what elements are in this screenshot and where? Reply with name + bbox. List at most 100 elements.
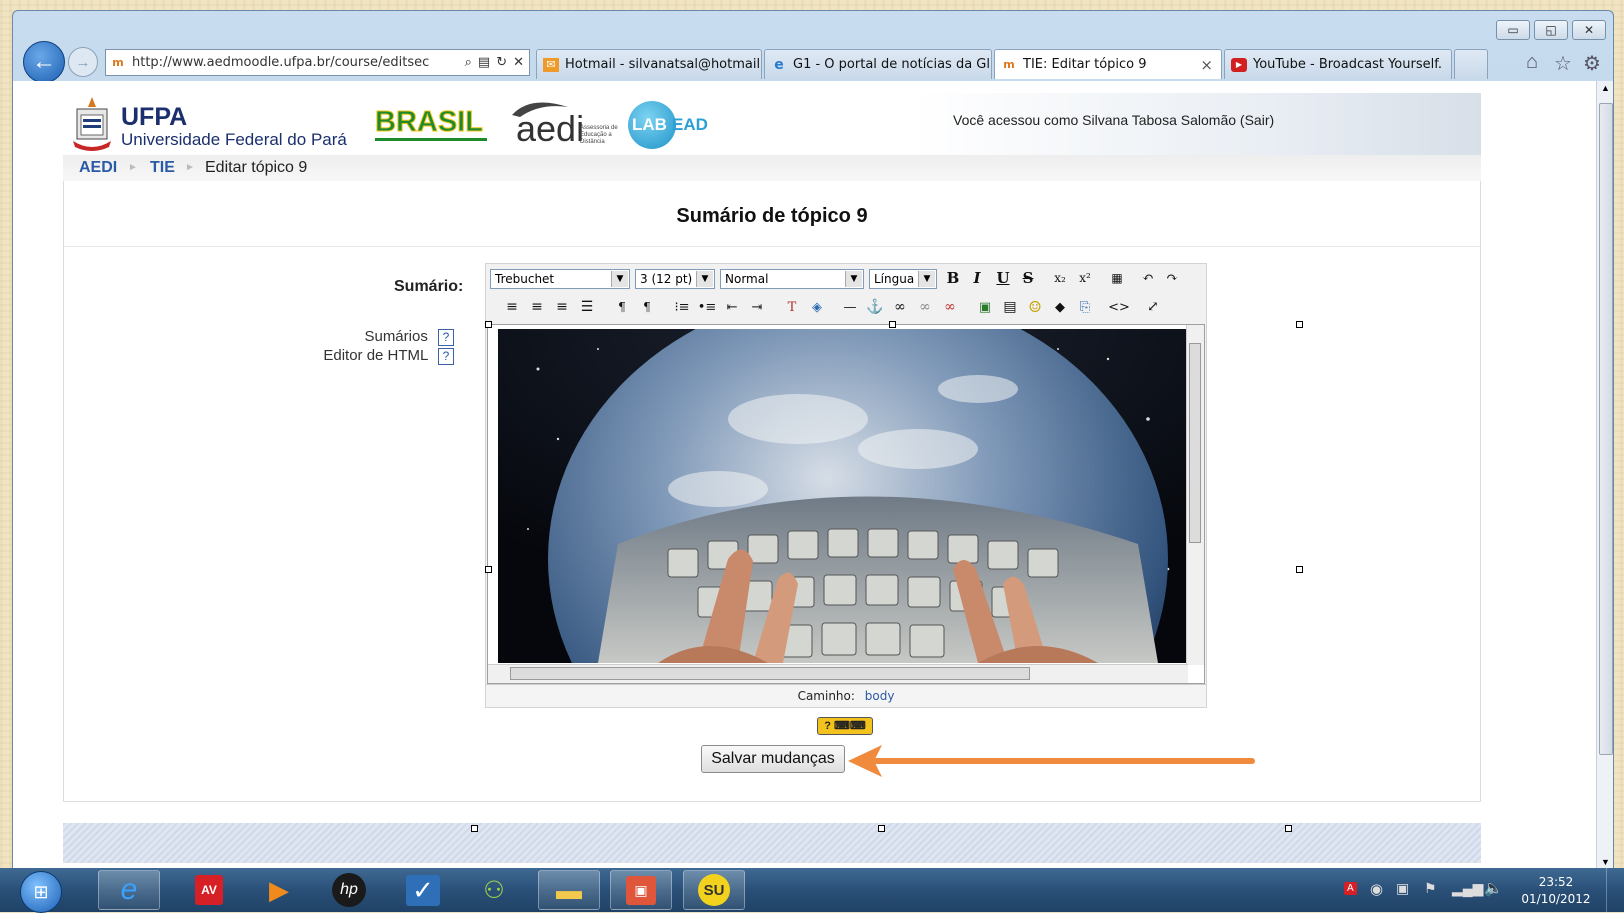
- save-button[interactable]: Salvar mudanças: [701, 745, 845, 773]
- search-replace-icon[interactable]: ⎘: [1075, 297, 1095, 317]
- help-editor-html[interactable]: Editor de HTML ?: [264, 347, 454, 365]
- resize-handle[interactable]: [485, 321, 492, 328]
- link-icon[interactable]: ∞: [890, 297, 910, 317]
- new-tab-button[interactable]: [1454, 49, 1488, 79]
- bold-icon[interactable]: B: [943, 268, 963, 288]
- taskbar-people[interactable]: ⚇: [463, 870, 525, 910]
- format-select[interactable]: Normal ▼: [720, 269, 864, 289]
- unlink-icon[interactable]: ∞: [915, 297, 935, 317]
- editor-vscroll[interactable]: [1186, 325, 1204, 665]
- start-button[interactable]: ⊞: [20, 871, 62, 913]
- taskbar-tasks[interactable]: ✓: [392, 870, 454, 910]
- forward-button[interactable]: →: [68, 47, 98, 77]
- resize-handle[interactable]: [878, 825, 885, 832]
- favorites-star-icon[interactable]: ☆: [1554, 51, 1572, 76]
- superscript-icon[interactable]: x²: [1075, 268, 1095, 288]
- special-char-icon[interactable]: ◆: [1050, 297, 1070, 317]
- help-sumarios[interactable]: Sumários ?: [264, 328, 454, 346]
- justify-icon[interactable]: ☰: [577, 297, 597, 317]
- tab-tie-editar[interactable]: m TIE: Editar tópico 9 ×: [994, 49, 1222, 79]
- home-icon[interactable]: ⌂: [1526, 51, 1538, 74]
- outdent-icon[interactable]: ⇤: [722, 297, 742, 317]
- tab-hotmail[interactable]: ✉ Hotmail - silvanatsal@hotmail....: [536, 49, 762, 79]
- tray-signal-icon[interactable]: ▂▄▆: [1452, 880, 1483, 897]
- indent-icon[interactable]: ⇥: [747, 297, 767, 317]
- language-select[interactable]: Língua ▼: [869, 269, 937, 289]
- underline-icon[interactable]: U: [993, 268, 1013, 288]
- address-bar[interactable]: m http://www.aedmoodle.ufpa.br/course/ed…: [105, 49, 530, 76]
- minimize-button[interactable]: ▭: [1496, 20, 1530, 40]
- unordered-list-icon[interactable]: •≡: [697, 297, 717, 317]
- undo-icon[interactable]: ↶: [1138, 268, 1158, 288]
- refresh-icon[interactable]: ↻: [496, 55, 507, 70]
- taskbar-ie[interactable]: e: [98, 870, 160, 910]
- page-scrollbar[interactable]: ▲ ▼: [1596, 81, 1613, 869]
- taskbar-slideshow[interactable]: ▣: [610, 870, 672, 910]
- tray-flag-icon[interactable]: ⚑: [1424, 880, 1437, 897]
- taskbar-screen-recorder[interactable]: SU: [683, 870, 745, 910]
- fullscreen-icon[interactable]: ⤢: [1143, 297, 1163, 317]
- align-left-icon[interactable]: ≡: [502, 297, 522, 317]
- scroll-down-icon[interactable]: ▼: [1601, 857, 1610, 867]
- bg-color-icon[interactable]: ◈: [807, 297, 827, 317]
- tab-close-icon[interactable]: ×: [1200, 56, 1213, 74]
- tab-g1[interactable]: e G1 - O portal de notícias da Gl...: [764, 49, 992, 79]
- stop-icon[interactable]: ✕: [513, 55, 524, 70]
- tray-app-icon[interactable]: ◉: [1370, 880, 1383, 898]
- font-family-select[interactable]: Trebuchet ▼: [490, 269, 630, 289]
- help-icon[interactable]: ?: [438, 329, 454, 346]
- nolink-icon[interactable]: ∞: [940, 297, 960, 317]
- strikethrough-icon[interactable]: S: [1018, 268, 1038, 288]
- ordered-list-icon[interactable]: ⁝≡: [672, 297, 692, 317]
- restore-button[interactable]: ◱: [1534, 20, 1568, 40]
- rtl-icon[interactable]: ¶: [637, 297, 657, 317]
- login-info[interactable]: Você acessou como Silvana Tabosa Salomão…: [953, 112, 1274, 128]
- anchor-icon[interactable]: ⚓: [865, 297, 885, 317]
- horizontal-rule-icon[interactable]: —: [840, 297, 860, 317]
- keyboard-help-icon[interactable]: ? ⌨⌨: [817, 717, 873, 735]
- tray-volume-icon[interactable]: 🔈: [1484, 879, 1503, 897]
- insert-table-icon[interactable]: ▤: [1000, 297, 1020, 317]
- taskbar-explorer[interactable]: ▬: [538, 870, 600, 910]
- italic-icon[interactable]: I: [967, 268, 987, 288]
- ltr-icon[interactable]: ¶: [612, 297, 632, 317]
- resize-handle[interactable]: [1296, 566, 1303, 573]
- html-source-icon[interactable]: <>: [1108, 297, 1130, 317]
- show-desktop-button[interactable]: [1606, 868, 1624, 912]
- path-value[interactable]: body: [865, 689, 895, 703]
- taskbar-avira[interactable]: AV: [178, 870, 240, 910]
- breadcrumb-tie[interactable]: TIE: [150, 159, 175, 177]
- align-center-icon[interactable]: ≡: [527, 297, 547, 317]
- scrollbar-thumb[interactable]: [1599, 103, 1613, 755]
- help-link-text[interactable]: Editor de HTML: [323, 347, 427, 364]
- taskbar-media-player[interactable]: ▶: [248, 870, 310, 910]
- tray-avira-icon[interactable]: A: [1344, 882, 1357, 895]
- resize-handle[interactable]: [1285, 825, 1292, 832]
- resize-handle[interactable]: [471, 825, 478, 832]
- back-button[interactable]: ←: [23, 41, 65, 83]
- subscript-icon[interactable]: x₂: [1050, 268, 1070, 288]
- editor-hscroll[interactable]: [488, 664, 1188, 683]
- help-link-text[interactable]: Sumários: [364, 328, 427, 345]
- redo-icon[interactable]: ↷: [1162, 268, 1182, 288]
- breadcrumb-aedi[interactable]: AEDI: [79, 159, 117, 177]
- tools-gear-icon[interactable]: ⚙: [1583, 51, 1601, 76]
- font-size-select[interactable]: 3 (12 pt) ▼: [635, 269, 715, 289]
- insert-image-icon[interactable]: ▣: [975, 297, 995, 317]
- scroll-up-icon[interactable]: ▲: [1601, 83, 1610, 93]
- editor-content-area[interactable]: [487, 324, 1205, 684]
- clock[interactable]: 23:52 01/10/2012: [1516, 874, 1596, 908]
- resize-handle[interactable]: [1296, 321, 1303, 328]
- resize-handle[interactable]: [889, 321, 896, 328]
- compat-view-icon[interactable]: ▤: [478, 55, 490, 70]
- align-right-icon[interactable]: ≡: [552, 297, 572, 317]
- help-icon[interactable]: ?: [438, 348, 454, 365]
- resize-handle[interactable]: [485, 566, 492, 573]
- taskbar-hp[interactable]: hp: [318, 870, 380, 910]
- clean-word-icon[interactable]: ▦: [1107, 268, 1127, 288]
- tab-youtube[interactable]: ▶ YouTube - Broadcast Yourself.: [1224, 49, 1452, 79]
- close-window-button[interactable]: ✕: [1572, 20, 1606, 40]
- text-color-icon[interactable]: T: [782, 297, 802, 317]
- smiley-icon[interactable]: ☺: [1025, 297, 1045, 317]
- tray-network-icon[interactable]: ▣: [1396, 880, 1409, 897]
